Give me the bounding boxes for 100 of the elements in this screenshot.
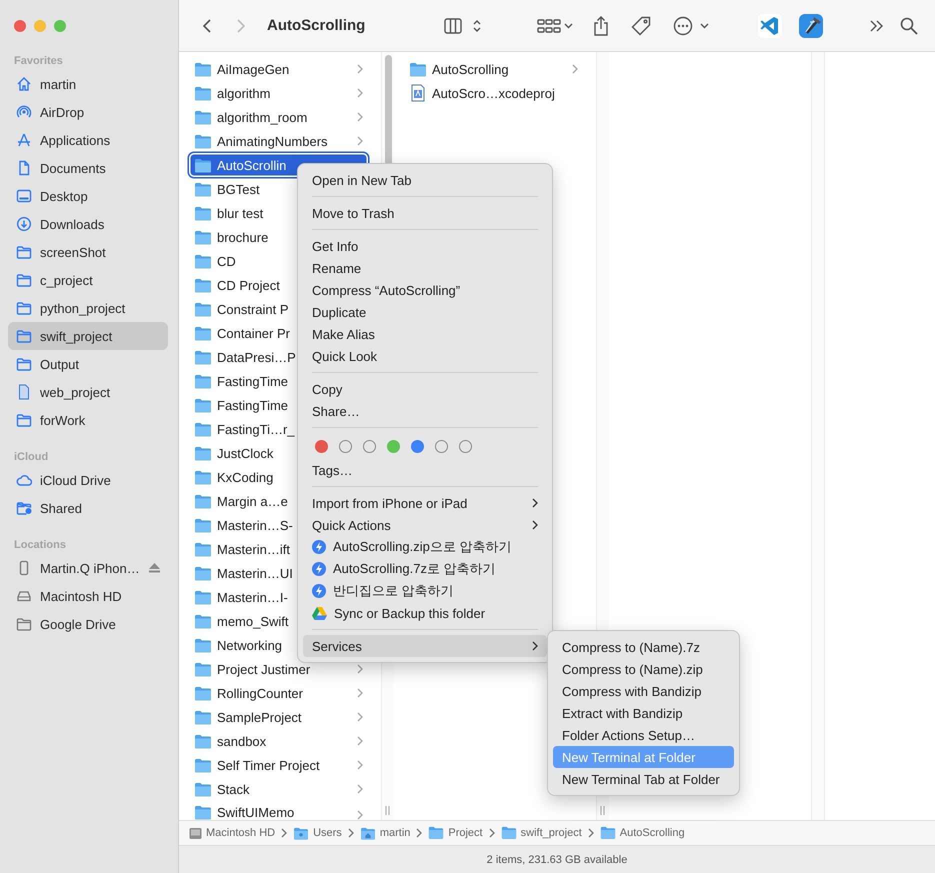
menu-item[interactable]: Copy bbox=[303, 378, 547, 400]
sidebar-item[interactable]: web_project bbox=[8, 378, 168, 406]
sidebar-item[interactable]: iCloud Drive bbox=[8, 466, 168, 494]
menu-item[interactable]: Duplicate bbox=[303, 301, 547, 323]
hard-drive-icon bbox=[189, 826, 202, 840]
folder-icon bbox=[194, 254, 212, 268]
sidebar-item[interactable]: c_project bbox=[8, 266, 168, 294]
file-item[interactable]: algorithm bbox=[189, 81, 368, 105]
path-segment[interactable]: Users bbox=[293, 826, 342, 840]
menu-item[interactable]: Sync or Backup this folder bbox=[303, 602, 547, 624]
file-item[interactable]: AiImageGen bbox=[189, 57, 368, 81]
menu-item[interactable]: New Terminal Tab at Folder bbox=[553, 768, 734, 790]
tag-color-dot[interactable] bbox=[363, 440, 376, 452]
sidebar-item[interactable]: Desktop bbox=[8, 182, 168, 210]
folder-icon bbox=[194, 590, 212, 604]
folder-icon bbox=[194, 350, 212, 364]
folder-icon bbox=[194, 805, 212, 820]
sidebar-item[interactable]: Documents bbox=[8, 154, 168, 182]
hammer-app-icon[interactable] bbox=[798, 12, 824, 38]
menu-item[interactable]: Compress to (Name).zip bbox=[553, 658, 734, 680]
sidebar-item[interactable]: Google Drive bbox=[8, 610, 168, 638]
path-separator-icon bbox=[416, 828, 422, 838]
more-button[interactable] bbox=[673, 16, 709, 36]
file-item[interactable]: SwiftUIMemo bbox=[189, 801, 368, 820]
eject-icon[interactable] bbox=[149, 563, 160, 573]
folder-icon bbox=[194, 518, 212, 532]
folder-icon bbox=[194, 710, 212, 724]
menu-item[interactable]: Compress to (Name).7z bbox=[553, 636, 734, 658]
folder-icon bbox=[16, 412, 32, 428]
menu-item[interactable]: Rename bbox=[303, 257, 547, 279]
sidebar-item[interactable]: martin bbox=[8, 70, 168, 98]
file-item[interactable]: AutoScro…xcodeproj bbox=[404, 81, 583, 105]
menu-item[interactable]: Get Info bbox=[303, 235, 547, 257]
menu-item[interactable]: Import from iPhone or iPad bbox=[303, 492, 547, 514]
view-mode-button[interactable] bbox=[444, 16, 482, 34]
more-tools-button[interactable] bbox=[870, 20, 884, 32]
tag-color-dot[interactable] bbox=[459, 440, 472, 452]
sidebar-item[interactable]: Downloads bbox=[8, 210, 168, 238]
sidebar-item[interactable]: Output bbox=[8, 350, 168, 378]
tag-color-dot[interactable] bbox=[339, 440, 352, 452]
file-item[interactable]: AutoScrolling bbox=[404, 57, 583, 81]
menu-item[interactable]: Make Alias bbox=[303, 323, 547, 345]
menu-item[interactable]: Services bbox=[303, 635, 547, 657]
path-segment[interactable]: martin bbox=[360, 826, 410, 840]
zoom-button[interactable] bbox=[54, 20, 66, 32]
path-segment[interactable]: Project bbox=[428, 826, 483, 840]
file-item[interactable]: sandbox bbox=[189, 729, 368, 753]
folder-icon bbox=[194, 494, 212, 508]
file-item[interactable]: Self Timer Project bbox=[189, 753, 368, 777]
sidebar-item[interactable]: Applications bbox=[8, 126, 168, 154]
close-button[interactable] bbox=[14, 20, 26, 32]
sidebar-item[interactable]: swift_project bbox=[8, 322, 168, 350]
group-button[interactable] bbox=[537, 18, 573, 32]
chevron-icon bbox=[357, 88, 363, 98]
menu-item[interactable]: Folder Actions Setup… bbox=[553, 724, 734, 746]
resize-handle[interactable] bbox=[385, 806, 390, 815]
file-item[interactable]: Stack bbox=[189, 777, 368, 801]
sidebar-item[interactable]: AirDrop bbox=[8, 98, 168, 126]
folder-icon bbox=[194, 158, 212, 172]
menu-item[interactable]: Quick Actions bbox=[303, 514, 547, 536]
file-item[interactable]: RollingCounter bbox=[189, 681, 368, 705]
menu-item[interactable]: AutoScrolling.zip으로 압축하기 bbox=[303, 536, 547, 558]
menu-item[interactable]: Extract with Bandizip bbox=[553, 702, 734, 724]
folder-icon bbox=[16, 300, 32, 316]
sidebar-item[interactable]: screenShot bbox=[8, 238, 168, 266]
menu-item[interactable]: Move to Trash bbox=[303, 202, 547, 224]
section-header: Locations bbox=[13, 538, 66, 553]
folder-icon bbox=[194, 758, 212, 772]
menu-item[interactable]: Compress with Bandizip bbox=[553, 680, 734, 702]
menu-item[interactable]: AutoScrolling.7z로 압축하기 bbox=[303, 558, 547, 580]
chevron-icon bbox=[357, 712, 363, 722]
file-item[interactable]: SampleProject bbox=[189, 705, 368, 729]
path-segment[interactable]: Macintosh HD bbox=[189, 826, 276, 840]
path-separator-icon bbox=[348, 828, 354, 838]
chevron-icon bbox=[532, 641, 538, 651]
sidebar-item[interactable]: forWork bbox=[8, 406, 168, 434]
tag-color-dot[interactable] bbox=[435, 440, 448, 452]
window-title: AutoScrolling bbox=[267, 17, 366, 34]
airdrop-icon bbox=[16, 104, 32, 120]
search-button[interactable] bbox=[900, 16, 918, 34]
tag-color-dot[interactable] bbox=[387, 440, 400, 452]
sidebar-item[interactable]: Macintosh HD bbox=[8, 582, 168, 610]
share-button[interactable] bbox=[593, 16, 609, 36]
sidebar-item[interactable]: python_project bbox=[8, 294, 168, 322]
file-item[interactable]: algorithm_room bbox=[189, 105, 368, 129]
path-segment[interactable]: swift_project bbox=[500, 826, 582, 840]
tag-button[interactable] bbox=[631, 16, 651, 36]
cloud-icon bbox=[16, 472, 32, 488]
sidebar-item[interactable]: Shared bbox=[8, 494, 168, 522]
sidebar-item[interactable]: Martin.Q iPhon… bbox=[8, 554, 168, 582]
path-segment[interactable]: AutoScrolling bbox=[600, 826, 685, 840]
menu-item[interactable]: 반디집으로 압축하기 bbox=[303, 580, 547, 602]
house-icon bbox=[16, 76, 32, 92]
code-editor-app-icon[interactable] bbox=[758, 14, 782, 38]
tag-color-dot[interactable] bbox=[411, 440, 424, 452]
resize-handle[interactable] bbox=[600, 806, 605, 815]
menu-item[interactable]: Compress “AutoScrolling” bbox=[303, 279, 547, 301]
menu-item[interactable]: Quick Look bbox=[303, 345, 547, 367]
file-item[interactable]: AnimatingNumbers bbox=[189, 129, 368, 153]
tag-color-dot[interactable] bbox=[315, 440, 328, 452]
